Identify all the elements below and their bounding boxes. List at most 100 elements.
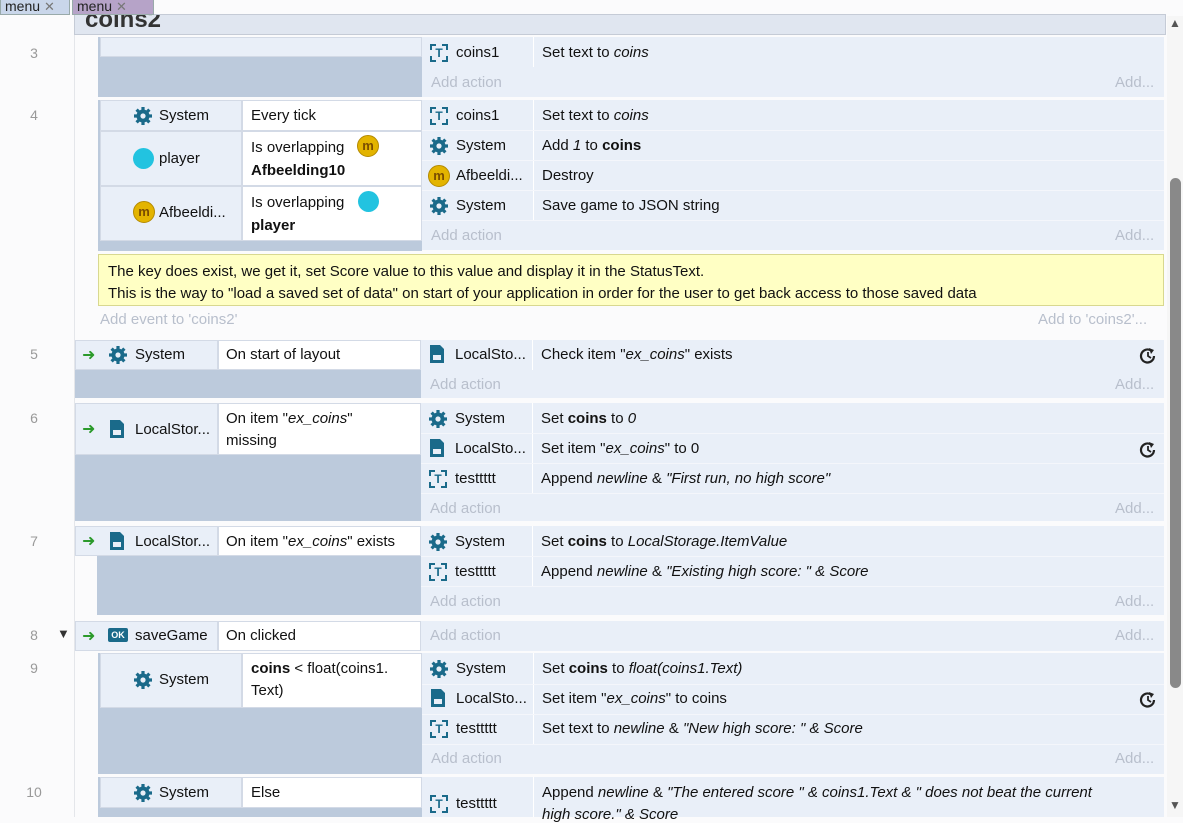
condition-text[interactable]: Else <box>251 784 280 801</box>
local-storage-icon <box>430 439 444 457</box>
condition-text-line2[interactable]: Text) <box>251 682 284 699</box>
action-object[interactable]: System <box>456 197 506 214</box>
add-link[interactable]: Add... <box>1115 227 1154 244</box>
condition-target[interactable]: Afbeelding10 <box>251 162 345 179</box>
add-to-group-link[interactable]: Add to 'coins2'... <box>1038 311 1147 328</box>
action-text[interactable]: Set coins to 0 <box>541 410 636 427</box>
action-text[interactable]: Save game to JSON string <box>542 197 720 214</box>
condition-text[interactable]: On item "ex_coins" <box>226 410 353 427</box>
action-object[interactable]: testtttt <box>456 795 497 812</box>
add-action-link[interactable]: Add action <box>430 500 501 517</box>
condition-text-line2[interactable]: missing <box>226 432 277 449</box>
event-number: 4 <box>30 107 38 123</box>
action-object[interactable]: System <box>456 137 506 154</box>
add-link[interactable]: Add... <box>1115 376 1154 393</box>
add-link[interactable]: Add... <box>1115 593 1154 610</box>
add-action-link[interactable]: Add action <box>430 593 501 610</box>
add-action-link[interactable]: Add action <box>431 227 502 244</box>
local-storage-icon <box>430 345 444 363</box>
gear-icon <box>134 671 152 689</box>
async-wait-icon <box>1139 692 1156 708</box>
text-object-icon: T <box>429 470 447 488</box>
action-object[interactable]: System <box>456 660 506 677</box>
local-storage-icon <box>110 532 124 550</box>
condition-object[interactable]: player <box>159 150 200 167</box>
collapse-toggle-icon[interactable]: ▼ <box>57 626 70 641</box>
add-action-link[interactable]: Add action <box>431 750 502 767</box>
text-object-icon: T <box>430 720 448 738</box>
text-object-icon: T <box>430 795 448 813</box>
action-text[interactable]: Set text to coins <box>542 107 649 124</box>
add-link[interactable]: Add... <box>1115 627 1154 644</box>
condition-object[interactable]: Afbeeldi... <box>159 204 239 221</box>
comment-line: The key does exist, we get it, set Score… <box>108 263 705 280</box>
action-object[interactable]: Afbeeldi... <box>456 167 532 184</box>
condition-object[interactable]: LocalStor... <box>135 421 215 438</box>
condition-target[interactable]: player <box>251 217 295 234</box>
action-object[interactable]: LocalSto... <box>455 346 526 363</box>
condition-text[interactable]: On clicked <box>226 627 296 644</box>
condition-text[interactable]: On item "ex_coins" exists <box>226 533 395 550</box>
trigger-arrow-icon: ➜ <box>82 628 96 645</box>
add-action-link[interactable]: Add action <box>431 74 502 91</box>
action-object[interactable]: System <box>455 533 505 550</box>
action-object[interactable]: coins1 <box>456 107 499 124</box>
action-text[interactable]: Append newline & "The entered score " & … <box>542 784 1092 801</box>
action-object[interactable]: LocalSto... <box>455 440 526 457</box>
gear-icon <box>109 346 127 364</box>
scrollbar-thumb[interactable] <box>1170 178 1181 688</box>
gear-icon <box>430 197 448 215</box>
action-text[interactable]: Set text to coins <box>542 44 649 61</box>
close-icon[interactable]: ✕ <box>116 0 127 14</box>
action-object[interactable]: testtttt <box>456 720 497 737</box>
action-object[interactable]: coins1 <box>456 44 499 61</box>
event-number: 7 <box>30 533 38 549</box>
condition-text[interactable]: Is overlapping <box>251 194 344 211</box>
action-text[interactable]: Set coins to float(coins1.Text) <box>542 660 742 677</box>
comment-block[interactable]: The key does exist, we get it, set Score… <box>98 254 1164 306</box>
scroll-down-icon[interactable]: ▼ <box>1169 798 1181 812</box>
group-header[interactable]: coins2 <box>74 14 1166 35</box>
event-number: 8 <box>30 627 38 643</box>
action-text[interactable]: Check item "ex_coins" exists <box>541 346 733 363</box>
action-text-line2[interactable]: high score." & Score <box>542 806 678 823</box>
action-text[interactable]: Destroy <box>542 167 594 184</box>
action-text[interactable]: Add 1 to coins <box>542 137 641 154</box>
add-event-link[interactable]: Add event to 'coins2' <box>100 311 237 328</box>
condition-object[interactable]: saveGame <box>135 627 208 644</box>
add-action-link[interactable]: Add action <box>430 376 501 393</box>
text-object-icon: T <box>430 107 448 125</box>
player-icon <box>133 148 154 169</box>
add-action-link[interactable]: Add action <box>430 627 501 644</box>
condition-text[interactable]: Is overlapping <box>251 139 344 156</box>
trigger-arrow-icon: ➜ <box>82 421 96 438</box>
event-3-condition-row[interactable] <box>100 37 422 57</box>
condition-text[interactable]: Every tick <box>251 107 316 124</box>
action-text[interactable]: Append newline & "Existing high score: "… <box>541 563 869 580</box>
condition-text[interactable]: coins < float(coins1. <box>251 660 388 677</box>
action-text[interactable]: Append newline & "First run, no high sco… <box>541 470 830 487</box>
add-link[interactable]: Add... <box>1115 500 1154 517</box>
action-text[interactable]: Set item "ex_coins" to coins <box>542 690 727 707</box>
action-object[interactable]: LocalSto... <box>456 690 527 707</box>
condition-object[interactable]: LocalStor... <box>135 533 215 550</box>
action-text[interactable]: Set coins to LocalStorage.ItemValue <box>541 533 787 550</box>
tab-menu-1[interactable]: menu ✕ <box>0 0 70 15</box>
scroll-up-icon[interactable]: ▲ <box>1169 16 1181 30</box>
action-text[interactable]: Set item "ex_coins" to 0 <box>541 440 699 457</box>
gear-icon <box>134 107 152 125</box>
action-object[interactable]: System <box>455 410 505 427</box>
action-text[interactable]: Set text to newline & "New high score: "… <box>542 720 863 737</box>
condition-text[interactable]: On start of layout <box>226 346 340 363</box>
group-title: coins2 <box>85 14 162 33</box>
condition-object[interactable]: System <box>135 346 185 363</box>
add-link[interactable]: Add... <box>1115 74 1154 91</box>
condition-object[interactable]: System <box>159 784 209 801</box>
condition-object[interactable]: System <box>159 107 209 124</box>
tab-menu-2[interactable]: menu ✕ <box>72 0 154 15</box>
condition-object[interactable]: System <box>159 671 209 688</box>
action-object[interactable]: testtttt <box>455 470 496 487</box>
close-icon[interactable]: ✕ <box>44 0 55 14</box>
add-link[interactable]: Add... <box>1115 750 1154 767</box>
action-object[interactable]: testtttt <box>455 563 496 580</box>
